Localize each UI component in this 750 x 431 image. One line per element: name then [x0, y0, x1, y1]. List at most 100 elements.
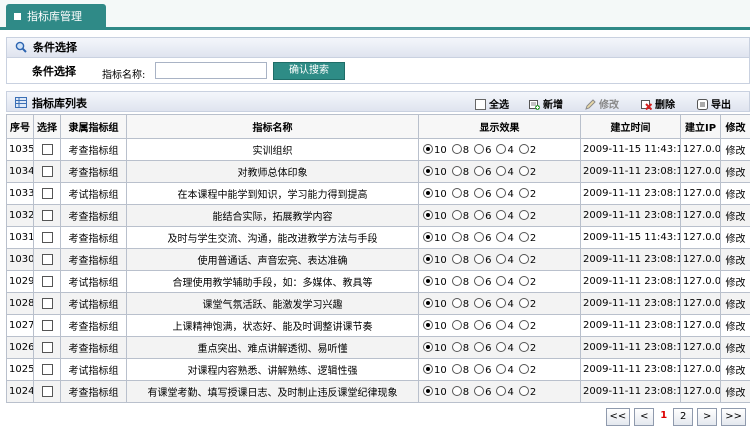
display-radio-option[interactable]: 2: [518, 187, 536, 200]
display-radio-option[interactable]: 4: [496, 297, 514, 310]
display-radio-option[interactable]: 6: [474, 297, 491, 310]
display-radio-option[interactable]: 6: [474, 319, 491, 332]
row-checkbox[interactable]: [41, 209, 53, 221]
display-radio-option[interactable]: 10: [423, 165, 447, 178]
display-radio-option[interactable]: 4: [496, 143, 514, 156]
display-radio-option[interactable]: 6: [474, 385, 491, 398]
display-radio-option[interactable]: 8: [451, 143, 469, 156]
display-radio-option[interactable]: 2: [518, 363, 536, 376]
display-radio-option[interactable]: 6: [474, 209, 491, 222]
display-radio-option[interactable]: 6: [474, 187, 491, 200]
display-radio-option[interactable]: 6: [474, 143, 491, 156]
display-radio-option[interactable]: 4: [496, 231, 514, 244]
display-radio-option[interactable]: 2: [518, 209, 536, 222]
display-radio-option[interactable]: 8: [451, 187, 469, 200]
add-button[interactable]: 新增: [529, 96, 563, 111]
row-edit-link[interactable]: 修改: [720, 138, 750, 161]
next-page-button[interactable]: >: [697, 408, 718, 426]
display-radio-option[interactable]: 8: [451, 341, 469, 354]
first-page-button[interactable]: <<: [605, 408, 631, 426]
display-radio-option[interactable]: 6: [474, 165, 491, 178]
row-edit-link[interactable]: 修改: [720, 380, 750, 403]
display-radio-option[interactable]: 4: [496, 319, 514, 332]
last-page-button[interactable]: >>: [721, 408, 746, 426]
display-radio-option[interactable]: 10: [423, 209, 447, 222]
display-radio-option[interactable]: 6: [474, 253, 491, 266]
display-radio-option[interactable]: 4: [496, 363, 514, 376]
row-checkbox[interactable]: [41, 231, 53, 243]
row-edit-link[interactable]: 修改: [720, 292, 750, 315]
checkbox-icon: [475, 99, 486, 110]
display-radio-option[interactable]: 10: [423, 385, 447, 398]
display-radio-option[interactable]: 8: [451, 209, 469, 222]
display-radio-option[interactable]: 10: [423, 275, 447, 288]
delete-button[interactable]: 删除: [641, 96, 675, 111]
display-radio-option[interactable]: 2: [518, 253, 536, 266]
row-checkbox[interactable]: [41, 253, 53, 265]
row-checkbox[interactable]: [41, 187, 53, 199]
prev-page-button[interactable]: <: [634, 408, 655, 426]
display-radio-option[interactable]: 8: [451, 385, 469, 398]
display-radio-option[interactable]: 4: [496, 385, 514, 398]
page-1-link[interactable]: 1: [658, 408, 669, 426]
display-radio-option[interactable]: 2: [518, 297, 536, 310]
row-checkbox[interactable]: [41, 319, 53, 331]
row-edit-link[interactable]: 修改: [720, 204, 750, 227]
display-radio-option[interactable]: 10: [423, 187, 447, 200]
display-radio-option[interactable]: 2: [518, 385, 536, 398]
row-checkbox[interactable]: [41, 297, 53, 309]
search-button[interactable]: 确认搜索: [273, 62, 345, 80]
display-radio-option[interactable]: 10: [423, 143, 447, 156]
display-radio-option[interactable]: 4: [496, 209, 514, 222]
display-radio-option[interactable]: 10: [423, 231, 447, 244]
row-edit-link[interactable]: 修改: [720, 226, 750, 249]
display-radio-option[interactable]: 2: [518, 231, 536, 244]
display-radio-option[interactable]: 8: [451, 231, 470, 244]
display-radio-option[interactable]: 10: [423, 341, 447, 354]
row-edit-link[interactable]: 修改: [720, 270, 750, 293]
page-2-button[interactable]: 2: [673, 408, 694, 426]
display-radio-option[interactable]: 2: [518, 275, 536, 288]
display-radio-option[interactable]: 8: [451, 297, 469, 310]
display-radio-option[interactable]: 2: [518, 319, 536, 332]
display-radio-option[interactable]: 10: [423, 319, 447, 332]
select-all-button[interactable]: 全选: [475, 96, 509, 111]
row-checkbox[interactable]: [41, 275, 53, 287]
display-radio-option[interactable]: 4: [496, 275, 514, 288]
display-radio-option[interactable]: 4: [496, 187, 514, 200]
display-radio-option[interactable]: 6: [474, 231, 491, 244]
display-radio-option[interactable]: 8: [451, 319, 469, 332]
display-radio-option[interactable]: 6: [474, 275, 491, 288]
radio-value: 8: [462, 232, 470, 244]
display-radio-option[interactable]: 10: [423, 297, 447, 310]
index-name-input[interactable]: [155, 62, 267, 79]
display-radio-option[interactable]: 8: [451, 165, 469, 178]
row-checkbox[interactable]: [41, 165, 53, 177]
row-edit-link[interactable]: 修改: [720, 358, 750, 381]
row-edit-link[interactable]: 修改: [720, 248, 750, 271]
tab-index-management[interactable]: 指标库管理: [6, 4, 106, 30]
row-checkbox[interactable]: [41, 363, 53, 375]
display-radio-option[interactable]: 10: [423, 363, 447, 376]
row-edit-link[interactable]: 修改: [720, 314, 750, 337]
display-radio-option[interactable]: 2: [518, 143, 536, 156]
row-edit-link[interactable]: 修改: [720, 160, 750, 183]
display-radio-option[interactable]: 6: [474, 341, 491, 354]
display-radio-option[interactable]: 8: [451, 275, 469, 288]
row-checkbox[interactable]: [41, 385, 53, 397]
display-radio-option[interactable]: 8: [451, 363, 469, 376]
display-radio-option[interactable]: 8: [451, 253, 469, 266]
row-edit-link[interactable]: 修改: [720, 182, 750, 205]
export-button[interactable]: 导出: [697, 96, 731, 111]
display-radio-option[interactable]: 4: [496, 253, 514, 266]
display-radio-option[interactable]: 2: [518, 165, 536, 178]
display-radio-option[interactable]: 2: [518, 341, 536, 354]
row-checkbox[interactable]: [41, 143, 53, 155]
display-radio-option[interactable]: 10: [423, 253, 447, 266]
row-checkbox[interactable]: [41, 341, 53, 353]
display-radio-option[interactable]: 6: [474, 363, 491, 376]
display-radio-option[interactable]: 4: [496, 341, 514, 354]
edit-button[interactable]: 修改: [585, 96, 619, 111]
row-edit-link[interactable]: 修改: [720, 336, 750, 359]
display-radio-option[interactable]: 4: [496, 165, 514, 178]
